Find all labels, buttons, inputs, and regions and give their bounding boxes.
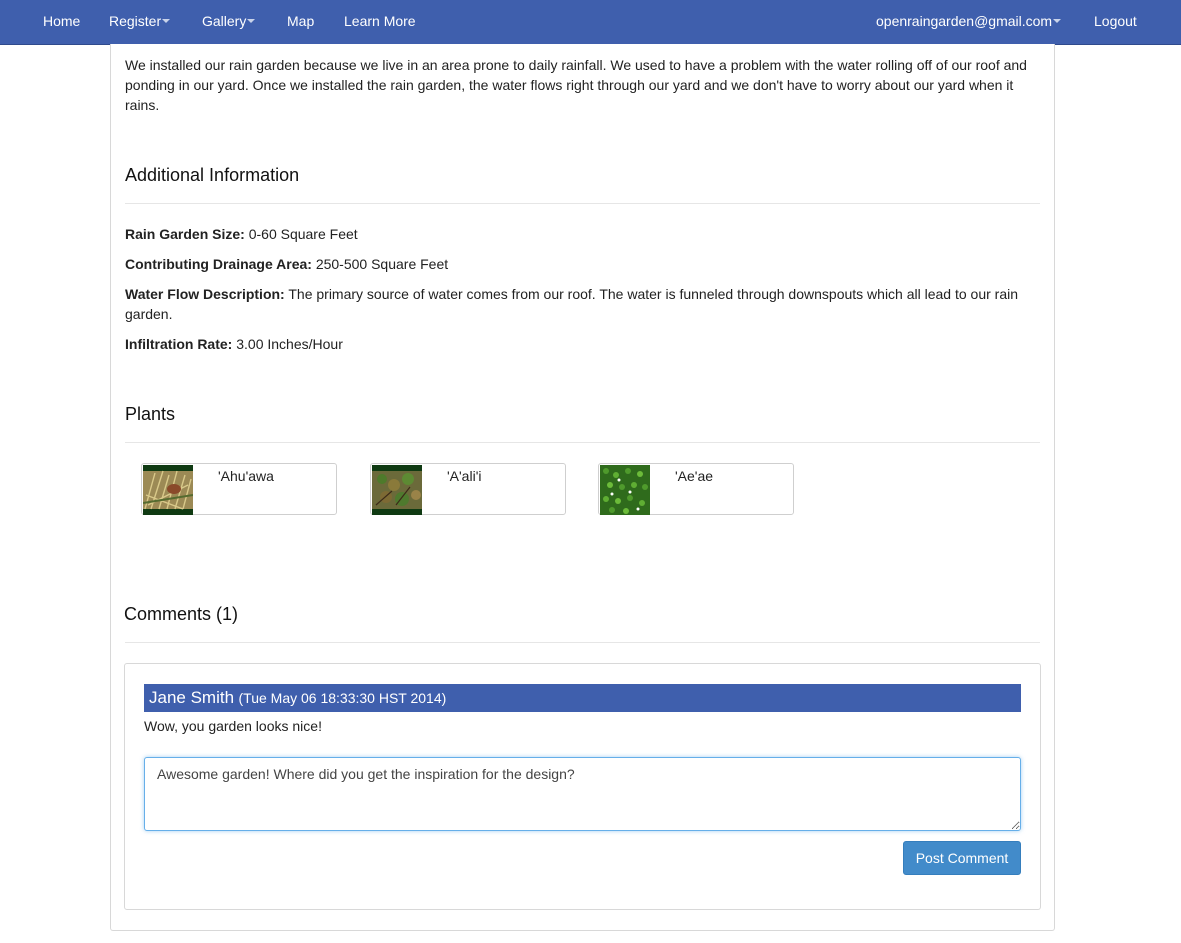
post-comment-button[interactable]: Post Comment	[903, 841, 1021, 875]
nav-learn-more-link[interactable]: Learn More	[344, 0, 416, 43]
nav-home-link[interactable]: Home	[43, 0, 80, 43]
plant-name: 'Ae'ae	[675, 468, 714, 484]
comments-title: Comments	[124, 604, 212, 624]
nav-gallery-dropdown[interactable]: Gallery	[202, 0, 256, 43]
nav-register-label: Register	[109, 13, 162, 29]
drainage-area: Contributing Drainage Area: 250-500 Squa…	[125, 254, 1040, 274]
drainage-value: 250-500 Square Feet	[315, 256, 449, 272]
plant-card[interactable]: 'Ae'ae	[598, 463, 794, 515]
nav-logout-link[interactable]: Logout	[1094, 0, 1137, 43]
nav-account-label: openraingarden@gmail.com	[876, 13, 1053, 29]
caret-down-icon	[1053, 19, 1062, 24]
nav-map-link[interactable]: Map	[287, 0, 314, 43]
size-label: Rain Garden Size:	[125, 226, 245, 242]
plant-name: 'A'ali'i	[447, 468, 482, 484]
nav-gallery-label: Gallery	[202, 13, 247, 29]
infiltration-label: Infiltration Rate:	[125, 336, 233, 352]
comment-input[interactable]: Awesome garden! Where did you get the in…	[144, 757, 1021, 831]
infiltration-value: 3.00 Inches/Hour	[236, 336, 343, 352]
section-divider	[125, 642, 1040, 643]
plants-heading: Plants	[125, 404, 176, 424]
drainage-label: Contributing Drainage Area:	[125, 256, 312, 272]
comment-text: Wow, you garden looks nice!	[144, 718, 322, 734]
rain-garden-size: Rain Garden Size: 0-60 Square Feet	[125, 224, 1040, 244]
additional-info-heading: Additional Information	[125, 165, 300, 185]
garden-description: We installed our rain garden because we …	[125, 57, 1027, 113]
shrub-plant-icon	[372, 465, 422, 515]
comment-date: (Tue May 06 18:33:30 HST 2014)	[238, 690, 447, 706]
section-divider	[125, 442, 1040, 443]
caret-down-icon	[247, 19, 256, 24]
plant-name: 'Ahu'awa	[218, 468, 274, 484]
comments-count: (1)	[216, 604, 239, 624]
comments-heading: Comments (1)	[124, 604, 238, 625]
section-divider	[125, 203, 1040, 204]
plant-card[interactable]: 'Ahu'awa	[141, 463, 337, 515]
plant-card[interactable]: 'A'ali'i	[370, 463, 566, 515]
flow-label: Water Flow Description:	[125, 286, 285, 302]
comment-author: Jane Smith	[149, 688, 235, 707]
comment-header: Jane Smith (Tue May 06 18:33:30 HST 2014…	[144, 684, 1021, 712]
size-value: 0-60 Square Feet	[248, 226, 358, 242]
grass-plant-icon	[143, 465, 193, 515]
nav-register-dropdown[interactable]: Register	[109, 0, 171, 43]
water-flow-description: Water Flow Description: The primary sour…	[125, 284, 1040, 324]
caret-down-icon	[162, 19, 171, 24]
groundcover-plant-icon	[600, 465, 650, 515]
nav-account-dropdown[interactable]: openraingarden@gmail.com	[876, 0, 1062, 43]
infiltration-rate: Infiltration Rate: 3.00 Inches/Hour	[125, 334, 1040, 354]
top-navbar: Home Register Gallery Map Learn More ope…	[0, 0, 1181, 45]
